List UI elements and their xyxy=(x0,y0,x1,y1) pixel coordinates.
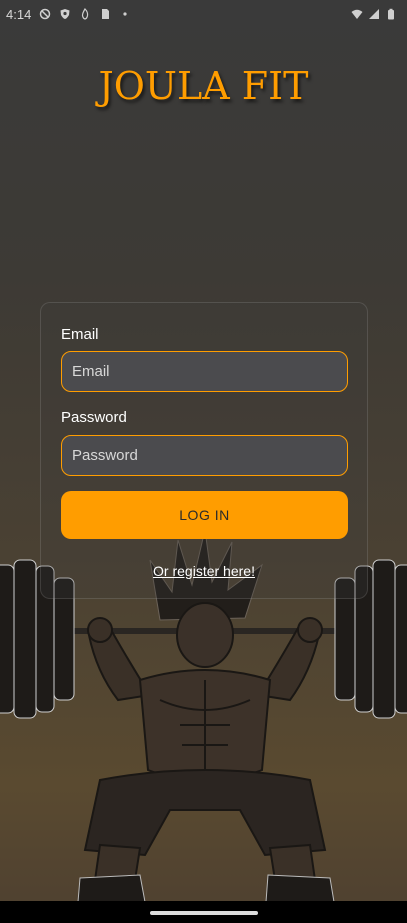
wifi-icon xyxy=(351,9,363,19)
navigation-bar xyxy=(0,901,407,923)
signal-icon xyxy=(369,9,379,19)
login-button[interactable]: LOG IN xyxy=(61,491,348,539)
sim-icon xyxy=(102,9,110,19)
login-card: Email Password LOG IN Or register here! xyxy=(40,302,368,599)
fire-icon xyxy=(82,8,89,20)
shield-icon xyxy=(60,9,70,19)
email-field[interactable] xyxy=(61,351,348,392)
register-link[interactable]: Or register here! xyxy=(41,563,367,579)
app-title: JOULA FIT xyxy=(98,64,309,108)
email-label: Email xyxy=(61,326,99,343)
home-indicator[interactable] xyxy=(150,911,258,915)
dot-icon xyxy=(123,12,127,16)
blocked-icon xyxy=(40,8,51,20)
status-bar: 4:14 xyxy=(0,0,407,28)
battery-icon xyxy=(388,8,394,20)
password-field[interactable] xyxy=(61,435,348,476)
password-label: Password xyxy=(61,409,127,426)
status-time: 4:14 xyxy=(6,6,32,22)
